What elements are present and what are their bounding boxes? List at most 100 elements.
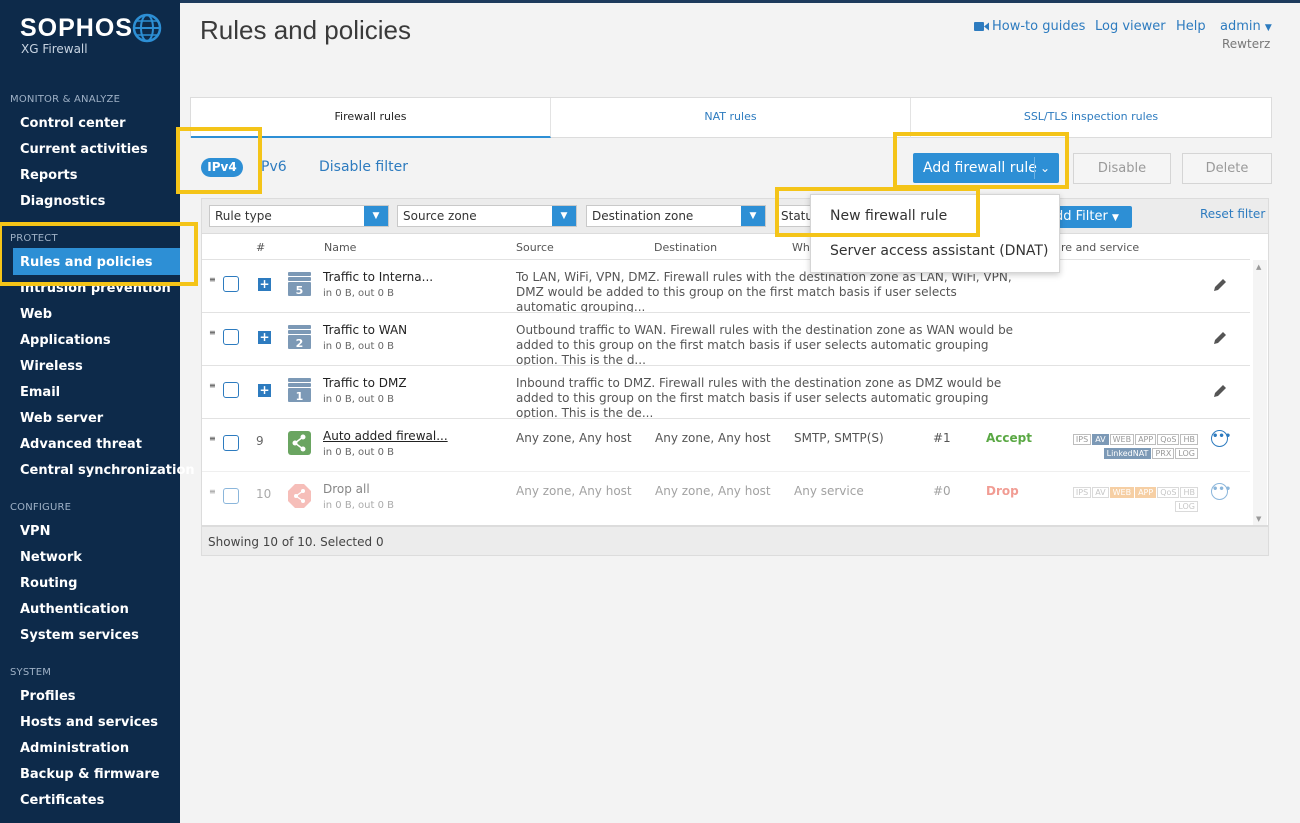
nav-web[interactable]: Web bbox=[20, 307, 52, 322]
scroll-up-icon[interactable]: ▲ bbox=[1256, 263, 1261, 271]
rule-group-icon: 2 bbox=[288, 325, 311, 350]
add-firewall-rule-button[interactable]: Add firewall rule ⌄ bbox=[913, 153, 1059, 183]
rule-id: #1 bbox=[933, 431, 951, 445]
badge: IPS bbox=[1072, 487, 1092, 498]
drag-handle-icon[interactable]: ≡ bbox=[209, 276, 216, 286]
badge: IPS bbox=[1072, 434, 1092, 445]
nav-rules-and-policies[interactable]: Rules and policies bbox=[20, 255, 153, 270]
video-icon bbox=[974, 22, 989, 31]
section-system: SYSTEM bbox=[10, 667, 52, 678]
nav-routing[interactable]: Routing bbox=[20, 576, 77, 591]
col-destination: Destination bbox=[654, 241, 718, 254]
badge: LinkedNAT bbox=[1103, 448, 1152, 459]
chevron-down-icon[interactable]: ⌄ bbox=[1040, 153, 1050, 183]
status-select[interactable]: Statu bbox=[775, 205, 815, 227]
help-link[interactable]: Help bbox=[1176, 19, 1206, 34]
rule-traffic: in 0 B, out 0 B bbox=[323, 341, 395, 352]
nav-advanced-threat[interactable]: Advanced threat bbox=[20, 437, 142, 452]
nav-control-center[interactable]: Control center bbox=[20, 116, 126, 131]
logviewer-link[interactable]: Log viewer bbox=[1095, 19, 1166, 34]
nav-administration[interactable]: Administration bbox=[20, 741, 129, 756]
nav-profiles[interactable]: Profiles bbox=[20, 689, 76, 704]
scrollbar[interactable]: ▲ ▼ bbox=[1253, 260, 1267, 525]
add-filter-button[interactable]: dd Filter ▼ bbox=[1050, 206, 1132, 228]
rule-name[interactable]: Drop all bbox=[323, 482, 370, 496]
admin-menu[interactable]: admin ▼ bbox=[1220, 19, 1272, 34]
rule-name[interactable]: Traffic to DMZ bbox=[323, 376, 407, 390]
tab-nat-rules[interactable]: NAT rules bbox=[551, 98, 911, 138]
drag-handle-icon[interactable]: ≡ bbox=[209, 382, 216, 392]
tab-ssl-tls-rules[interactable]: SSL/TLS inspection rules bbox=[911, 98, 1271, 138]
destination-zone-select[interactable]: Destination zone ▼ bbox=[586, 205, 766, 227]
expand-icon[interactable]: + bbox=[258, 384, 271, 397]
edit-icon[interactable] bbox=[1212, 330, 1228, 346]
nav-backup-firmware[interactable]: Backup & firmware bbox=[20, 767, 160, 782]
rule-traffic: in 0 B, out 0 B bbox=[323, 500, 395, 511]
nav-system-services[interactable]: System services bbox=[20, 628, 139, 643]
col-source: Source bbox=[516, 241, 554, 254]
more-options-icon[interactable]: ••• bbox=[1211, 483, 1231, 500]
delete-button[interactable]: Delete bbox=[1182, 153, 1272, 184]
row-checkbox[interactable] bbox=[223, 435, 239, 451]
dnat-assistant-item[interactable]: Server access assistant (DNAT) bbox=[830, 243, 1048, 259]
badge: WEB bbox=[1109, 487, 1135, 498]
nav-intrusion-prevention[interactable]: Intrusion prevention bbox=[20, 281, 171, 296]
sidebar: SOPHOS XG Firewall MONITOR & ANALYZE Con… bbox=[0, 0, 195, 823]
dropdown-arrow-icon: ▼ bbox=[741, 206, 765, 226]
rule-description: Outbound traffic to WAN. Firewall rules … bbox=[516, 323, 1014, 367]
table-row[interactable]: ≡ 10 Drop all in 0 B, out 0 B Any zone, … bbox=[202, 471, 1250, 524]
rule-type-select[interactable]: Rule type ▼ bbox=[209, 205, 389, 227]
table-row[interactable]: ≡ 9 Auto added firewal... in 0 B, out 0 … bbox=[202, 418, 1250, 471]
nav-hosts-and-services[interactable]: Hosts and services bbox=[20, 715, 158, 730]
nav-certificates[interactable]: Certificates bbox=[20, 793, 104, 808]
row-checkbox[interactable] bbox=[223, 382, 239, 398]
table-row[interactable]: ≡ + 5 Traffic to Interna... in 0 B, out … bbox=[202, 259, 1250, 314]
drag-handle-icon[interactable]: ≡ bbox=[209, 435, 216, 445]
rule-name[interactable]: Traffic to WAN bbox=[323, 323, 407, 337]
nav-web-server[interactable]: Web server bbox=[20, 411, 103, 426]
expand-icon[interactable]: + bbox=[258, 331, 271, 344]
row-checkbox[interactable] bbox=[223, 488, 239, 504]
ipv4-toggle[interactable]: IPv4 bbox=[201, 158, 243, 177]
nav-central-synchronization[interactable]: Central synchronization bbox=[20, 463, 195, 478]
row-checkbox[interactable] bbox=[223, 276, 239, 292]
nav-vpn[interactable]: VPN bbox=[20, 524, 50, 539]
badge: HB bbox=[1180, 487, 1198, 498]
rule-name[interactable]: Auto added firewal... bbox=[323, 429, 448, 443]
edit-icon[interactable] bbox=[1212, 277, 1228, 293]
nav-email[interactable]: Email bbox=[20, 385, 60, 400]
edit-icon[interactable] bbox=[1212, 383, 1228, 399]
nav-wireless[interactable]: Wireless bbox=[20, 359, 83, 374]
nav-diagnostics[interactable]: Diagnostics bbox=[20, 194, 105, 209]
more-options-icon[interactable]: ••• bbox=[1211, 430, 1231, 447]
disable-filter-link[interactable]: Disable filter bbox=[319, 159, 408, 175]
nav-reports[interactable]: Reports bbox=[20, 168, 77, 183]
disable-button[interactable]: Disable bbox=[1073, 153, 1171, 184]
howto-link[interactable]: How-to guides bbox=[992, 19, 1085, 34]
nav-applications[interactable]: Applications bbox=[20, 333, 111, 348]
section-monitor: MONITOR & ANALYZE bbox=[10, 94, 121, 105]
new-firewall-rule-item[interactable]: New firewall rule bbox=[830, 208, 947, 224]
ipv6-toggle[interactable]: Pv6 bbox=[261, 159, 287, 175]
table-row[interactable]: ≡ + 1 Traffic to DMZ in 0 B, out 0 B Inb… bbox=[202, 365, 1250, 420]
badge: WEB bbox=[1109, 434, 1135, 445]
drag-handle-icon[interactable]: ≡ bbox=[209, 329, 216, 339]
scroll-down-icon[interactable]: ▼ bbox=[1256, 515, 1261, 523]
rule-source: Any zone, Any host bbox=[516, 431, 632, 445]
row-checkbox[interactable] bbox=[223, 329, 239, 345]
nav-authentication[interactable]: Authentication bbox=[20, 602, 129, 617]
source-zone-select[interactable]: Source zone ▼ bbox=[397, 205, 577, 227]
button-separator bbox=[1034, 157, 1035, 179]
expand-icon[interactable]: + bbox=[258, 278, 271, 291]
rule-name[interactable]: Traffic to Interna... bbox=[323, 270, 433, 284]
dropdown-arrow-icon: ▼ bbox=[552, 206, 576, 226]
badge: LOG bbox=[1175, 448, 1198, 459]
badge: HB bbox=[1180, 434, 1198, 445]
drag-handle-icon[interactable]: ≡ bbox=[209, 488, 216, 498]
tab-firewall-rules[interactable]: Firewall rules bbox=[191, 98, 551, 138]
nav-current-activities[interactable]: Current activities bbox=[20, 142, 148, 157]
nav-network[interactable]: Network bbox=[20, 550, 82, 565]
reset-filter-link[interactable]: Reset filter bbox=[1200, 207, 1265, 221]
rule-destination: Any zone, Any host bbox=[655, 431, 771, 445]
table-row[interactable]: ≡ + 2 Traffic to WAN in 0 B, out 0 B Out… bbox=[202, 312, 1250, 367]
